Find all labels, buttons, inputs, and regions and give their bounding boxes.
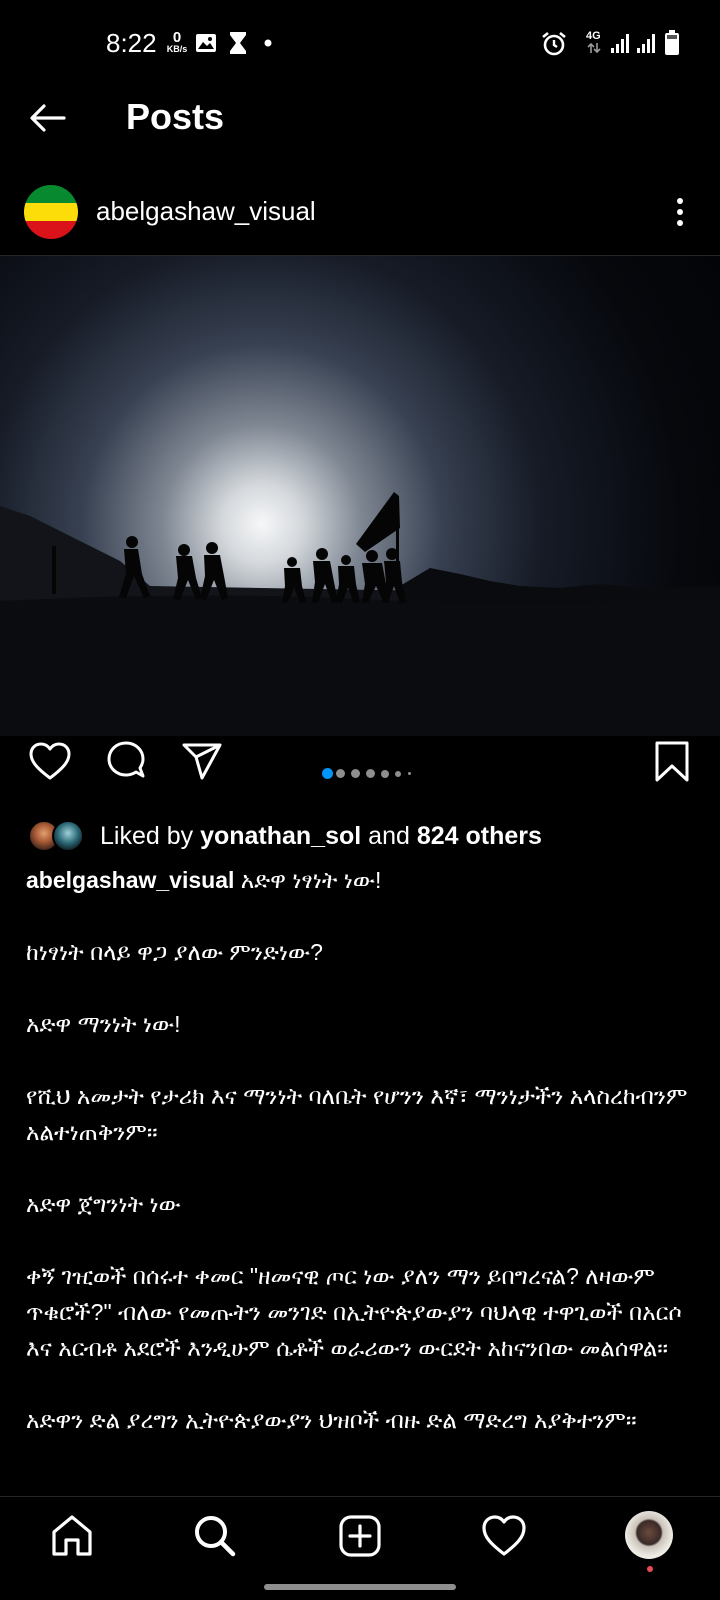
carousel-dot <box>336 769 345 778</box>
data-arrows-icon <box>587 42 601 54</box>
liker-avatar-2[interactable] <box>52 820 84 852</box>
likes-summary[interactable]: Liked by yonathan_sol and 824 others <box>100 822 542 851</box>
flag-stripe-middle <box>24 203 78 221</box>
status-bar: 8:22 0 KB/s 4G <box>0 0 720 88</box>
caption-first-line: abelgashaw_visual አድዋ ነፃነት ነው! <box>26 862 702 898</box>
add-post-icon[interactable] <box>336 1512 384 1560</box>
home-icon[interactable] <box>48 1512 96 1560</box>
top-app-bar <box>0 88 720 178</box>
caption-paragraph: አድዋ ጀግንነት ነው <box>26 1191 181 1217</box>
signal-icon-sim2 <box>637 34 655 53</box>
caption-paragraph: አድዋ ማንነት ነው! <box>26 1011 181 1037</box>
caption-paragraph: ከነፃነት በላይ ዋጋ ያለው ምንድነው? <box>26 939 323 965</box>
caption-paragraph: የሺህ አመታት የታሪክ እና ማንነት ባለቤት የሆንን እኛ፣ ማንነታ… <box>26 1083 688 1145</box>
carousel-dot-active <box>322 768 333 779</box>
caption-paragraph: አድዋን ድል ያረግን ኢትዮጵያውያን ህዝቦች ብዙ ድል ማድረግ አያ… <box>26 1407 637 1433</box>
caption-first-text: አድዋ ነፃነት ነው! <box>234 867 382 893</box>
save-bookmark-icon[interactable] <box>652 740 692 784</box>
post-author-avatar[interactable] <box>24 185 78 239</box>
share-paper-plane-icon[interactable] <box>180 740 224 784</box>
net-speed-value: 0 <box>172 29 182 46</box>
net-speed-indicator: 0 KB/s <box>164 30 190 54</box>
like-heart-icon[interactable] <box>28 740 72 784</box>
net-speed-unit: KB/s <box>166 44 188 54</box>
status-time: 8:22 <box>106 28 157 58</box>
page-title: Posts <box>126 96 225 137</box>
liker-username[interactable]: yonathan_sol <box>200 822 361 850</box>
search-icon[interactable] <box>191 1512 239 1560</box>
back-arrow-icon[interactable] <box>24 94 72 142</box>
carousel-dot <box>408 772 411 775</box>
carousel-dot <box>351 769 360 778</box>
hourglass-icon <box>230 32 246 54</box>
more-options-icon[interactable] <box>668 196 692 228</box>
likes-prefix: Liked by <box>100 822 201 850</box>
post-image-silhouette <box>0 492 720 736</box>
carousel-dot <box>366 769 375 778</box>
carousel-dot <box>395 770 401 777</box>
notification-dot-icon <box>264 39 272 47</box>
likes-middle: and <box>361 822 417 850</box>
profile-notification-dot <box>647 1566 653 1572</box>
carousel-dot <box>381 769 389 778</box>
post-author-username[interactable]: abelgashaw_visual <box>96 196 316 227</box>
alarm-icon <box>542 31 566 56</box>
system-home-indicator[interactable] <box>264 1584 456 1590</box>
caption-paragraph: ቀኝ ገዢወች በሰሩተ ቀመር "ዘመናዊ ጦር ነው ያለን ማን ይበግረ… <box>26 1263 682 1361</box>
caption-username[interactable]: abelgashaw_visual <box>26 867 234 893</box>
battery-icon <box>665 30 679 55</box>
signal-icon-sim1 <box>611 34 629 53</box>
activity-heart-icon[interactable] <box>480 1512 528 1560</box>
profile-avatar[interactable] <box>625 1511 673 1559</box>
gallery-icon <box>196 34 216 52</box>
post-caption: abelgashaw_visual አድዋ ነፃነት ነው! ከነፃነት በላይ… <box>26 862 702 1496</box>
post-image[interactable] <box>0 256 720 736</box>
network-type-label: 4G <box>586 30 601 42</box>
likes-count[interactable]: 824 others <box>417 822 542 850</box>
comment-icon[interactable] <box>104 740 148 784</box>
